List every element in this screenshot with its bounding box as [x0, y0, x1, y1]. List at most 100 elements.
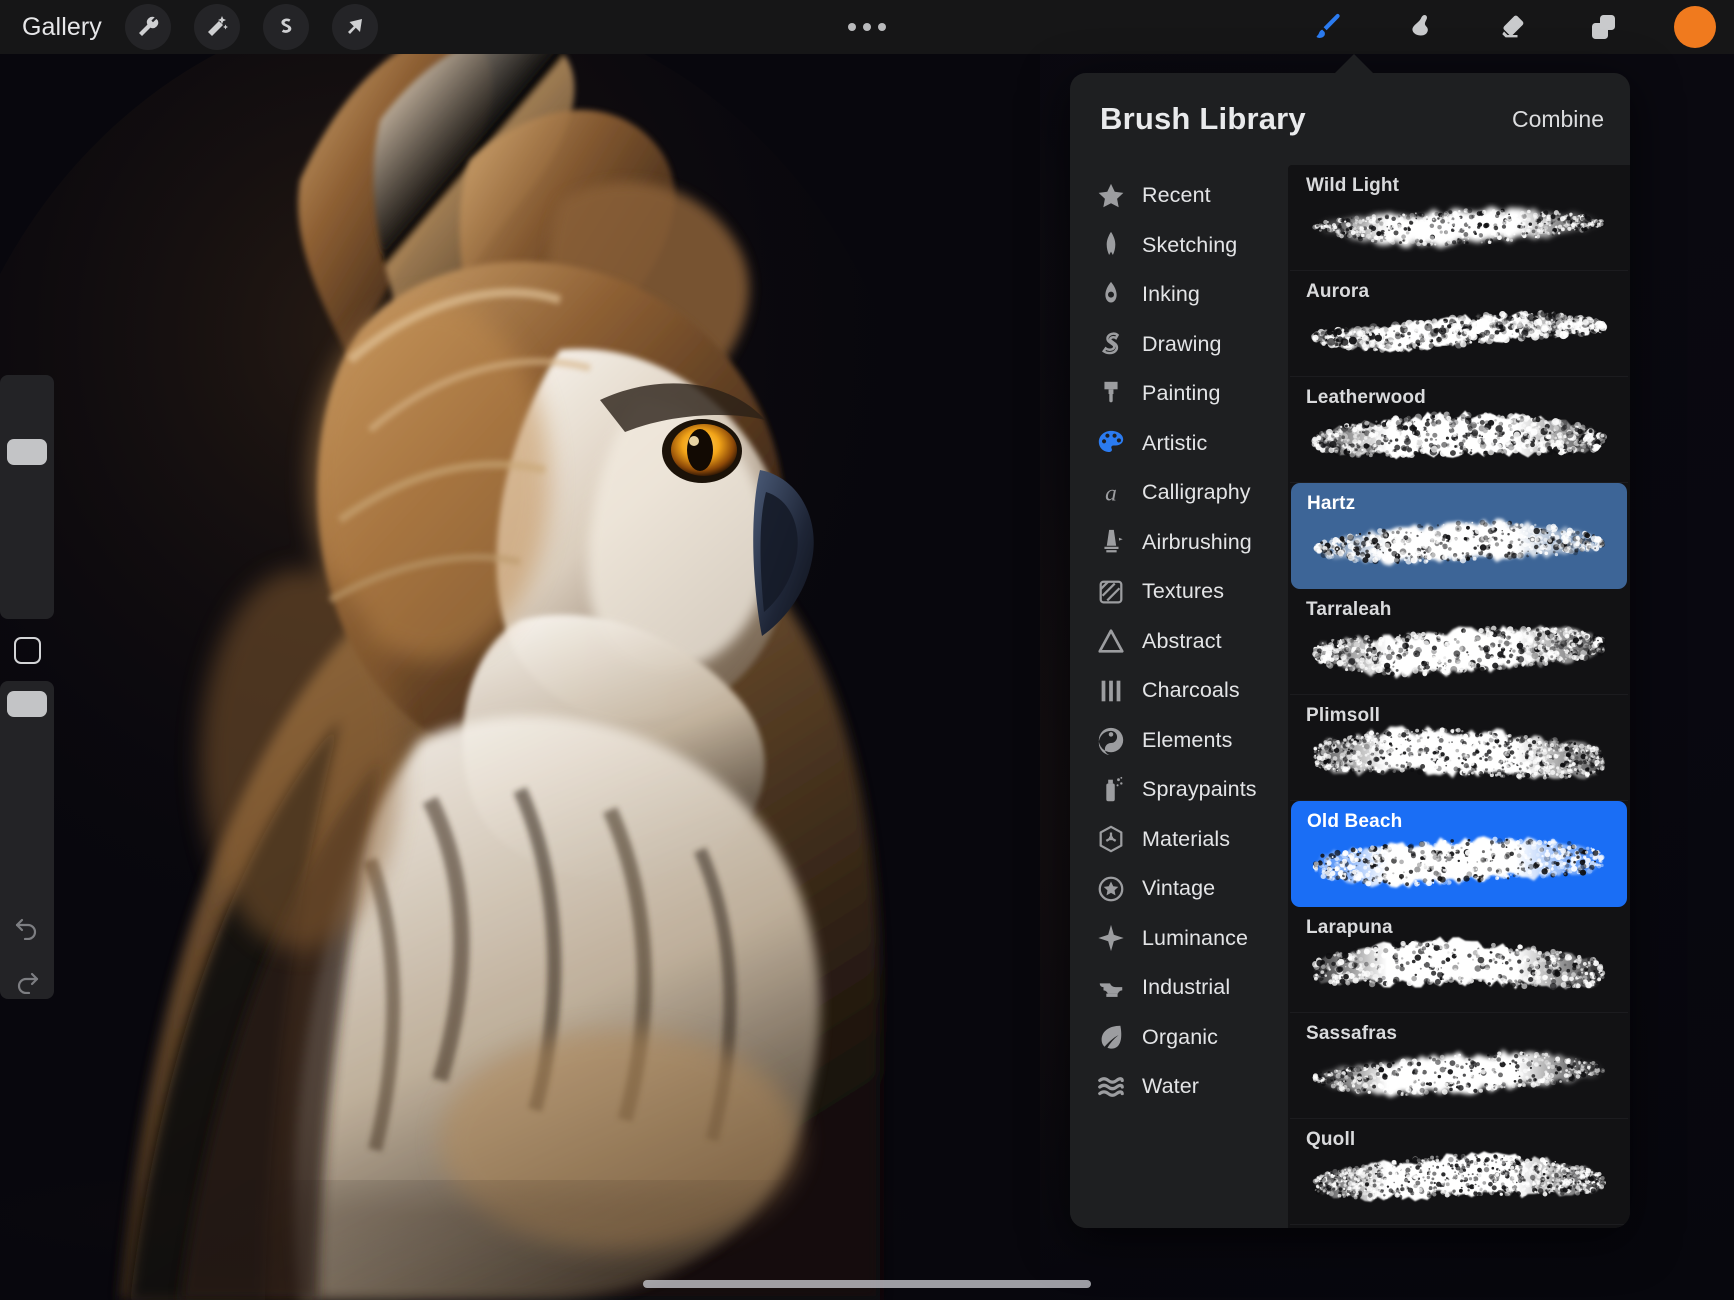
undo-button[interactable]	[0, 900, 54, 954]
combine-button[interactable]: Combine	[1512, 106, 1604, 133]
sidebar-item-water[interactable]: Water	[1070, 1062, 1288, 1112]
brush-item[interactable]: Larapuna	[1290, 907, 1628, 1013]
sidebar-item-label: Vintage	[1142, 876, 1215, 901]
brush-name-label: Wild Light	[1306, 175, 1399, 197]
cube-icon	[1094, 822, 1128, 856]
leaf-icon	[1094, 1020, 1128, 1054]
brush-item[interactable]: Leatherwood	[1290, 377, 1628, 483]
brush-name-label: Plimsoll	[1306, 705, 1380, 727]
eraser-icon[interactable]	[1490, 5, 1534, 49]
brush-name-label: Hartz	[1307, 493, 1355, 515]
sidebar-item-spraypaints[interactable]: Spraypaints	[1070, 765, 1288, 815]
brush-name-label: Tarraleah	[1306, 599, 1392, 621]
sidebar-item-vintage[interactable]: Vintage	[1070, 864, 1288, 914]
brush-name-label: Old Beach	[1307, 811, 1402, 833]
hatch-icon	[1094, 575, 1128, 609]
sidebar-item-industrial[interactable]: Industrial	[1070, 963, 1288, 1013]
brush-name-label: Quoll	[1306, 1129, 1355, 1151]
brush-item[interactable]: Plimsoll	[1290, 695, 1628, 801]
panel-pointer-arrow	[1334, 54, 1374, 74]
triangle-icon	[1094, 624, 1128, 658]
brush-item[interactable]: Hartz	[1291, 483, 1627, 589]
transform-arrow-icon[interactable]	[332, 4, 378, 50]
bars-icon	[1094, 674, 1128, 708]
selection-s-icon[interactable]	[263, 4, 309, 50]
brush-library-panel: Brush Library Combine Recent Sketching Ink…	[1070, 73, 1630, 1228]
star-circle-icon	[1094, 872, 1128, 906]
star-icon	[1094, 179, 1128, 213]
home-indicator	[643, 1280, 1091, 1288]
paintbrush-icon	[1094, 377, 1128, 411]
sidebar-item-label: Drawing	[1142, 332, 1222, 357]
brush-library-header: Brush Library Combine	[1070, 73, 1630, 165]
adjustments-wand-icon[interactable]	[194, 4, 240, 50]
brush-size-thumb[interactable]	[7, 439, 47, 465]
brush-set-list[interactable]: Wild Light Aurora Leatherwood Hartz Tarralea…	[1288, 165, 1630, 1228]
brush-item[interactable]: Old Beach	[1291, 801, 1627, 907]
sidebar-item-inking[interactable]: Inking	[1070, 270, 1288, 320]
redo-button[interactable]	[0, 954, 54, 1008]
page-title: Brush Library	[1100, 101, 1306, 137]
sidebar-item-label: Charcoals	[1142, 678, 1240, 703]
brush-item[interactable]: Aurora	[1290, 271, 1628, 377]
brush-name-label: Leatherwood	[1306, 387, 1426, 409]
modify-button[interactable]	[0, 619, 54, 681]
palette-icon	[1094, 426, 1128, 460]
sidebar-item-label: Airbrushing	[1142, 530, 1252, 555]
sidebar-item-label: Spraypaints	[1142, 777, 1257, 802]
paint-brush-icon[interactable]	[1306, 5, 1350, 49]
sparkle-icon	[1094, 921, 1128, 955]
sidebar-item-label: Elements	[1142, 728, 1232, 753]
sidebar-item-artistic[interactable]: Artistic	[1070, 419, 1288, 469]
sidebar-item-label: Luminance	[1142, 926, 1248, 951]
undo-redo-group	[0, 900, 54, 1008]
sidebar-item-label: Textures	[1142, 579, 1224, 604]
pencil-icon	[1094, 228, 1128, 262]
more-options-icon[interactable]	[848, 23, 886, 31]
sidebar-item-label: Painting	[1142, 381, 1221, 406]
brush-category-list[interactable]: Recent Sketching Inking Drawing Painting Arti…	[1070, 165, 1288, 1228]
sidebar-item-label: Calligraphy	[1142, 480, 1251, 505]
sidebar-item-label: Organic	[1142, 1025, 1218, 1050]
sidebar-item-abstract[interactable]: Abstract	[1070, 617, 1288, 667]
sidebar-item-label: Sketching	[1142, 233, 1237, 258]
color-swatch-button[interactable]	[1674, 6, 1716, 48]
brush-item[interactable]: Wild Light	[1290, 165, 1628, 271]
sidebar-item-painting[interactable]: Painting	[1070, 369, 1288, 419]
svg-text:a: a	[1105, 480, 1117, 506]
waves-icon	[1094, 1070, 1128, 1104]
sidebar-item-charcoals[interactable]: Charcoals	[1070, 666, 1288, 716]
brush-name-label: Larapuna	[1306, 917, 1393, 939]
sidebar-item-calligraphy[interactable]: a Calligraphy	[1070, 468, 1288, 518]
sidebar-item-label: Artistic	[1142, 431, 1207, 456]
brush-size-slider[interactable]	[0, 375, 54, 619]
actions-wrench-icon[interactable]	[125, 4, 171, 50]
sidebar-item-luminance[interactable]: Luminance	[1070, 914, 1288, 964]
gallery-button[interactable]: Gallery	[22, 13, 102, 42]
sidebar-item-label: Recent	[1142, 183, 1211, 208]
procreate-app: Gallery	[0, 0, 1734, 1300]
sidebar-item-label: Abstract	[1142, 629, 1222, 654]
spraycan-icon	[1094, 773, 1128, 807]
sidebar-item-airbrushing[interactable]: Airbrushing	[1070, 518, 1288, 568]
right-tool-group	[1306, 5, 1716, 49]
sidebar-item-materials[interactable]: Materials	[1070, 815, 1288, 865]
brush-name-label: Aurora	[1306, 281, 1369, 303]
layers-icon[interactable]	[1582, 5, 1626, 49]
rounded-square-icon	[14, 637, 41, 664]
sidebar-item-organic[interactable]: Organic	[1070, 1013, 1288, 1063]
brush-name-label: Sassafras	[1306, 1023, 1397, 1045]
sidebar-item-textures[interactable]: Textures	[1070, 567, 1288, 617]
smudge-icon[interactable]	[1398, 5, 1442, 49]
brush-item[interactable]: Sassafras	[1290, 1013, 1628, 1119]
sidebar-item-drawing[interactable]: Drawing	[1070, 320, 1288, 370]
brush-opacity-thumb[interactable]	[7, 691, 47, 717]
brush-item[interactable]: Tarraleah	[1290, 589, 1628, 695]
sidebar-item-label: Industrial	[1142, 975, 1230, 1000]
nib-icon	[1094, 278, 1128, 312]
sidebar-item-recent[interactable]: Recent	[1070, 171, 1288, 221]
yinyang-icon	[1094, 723, 1128, 757]
sidebar-item-sketching[interactable]: Sketching	[1070, 221, 1288, 271]
brush-item[interactable]: Quoll	[1290, 1119, 1628, 1225]
sidebar-item-elements[interactable]: Elements	[1070, 716, 1288, 766]
